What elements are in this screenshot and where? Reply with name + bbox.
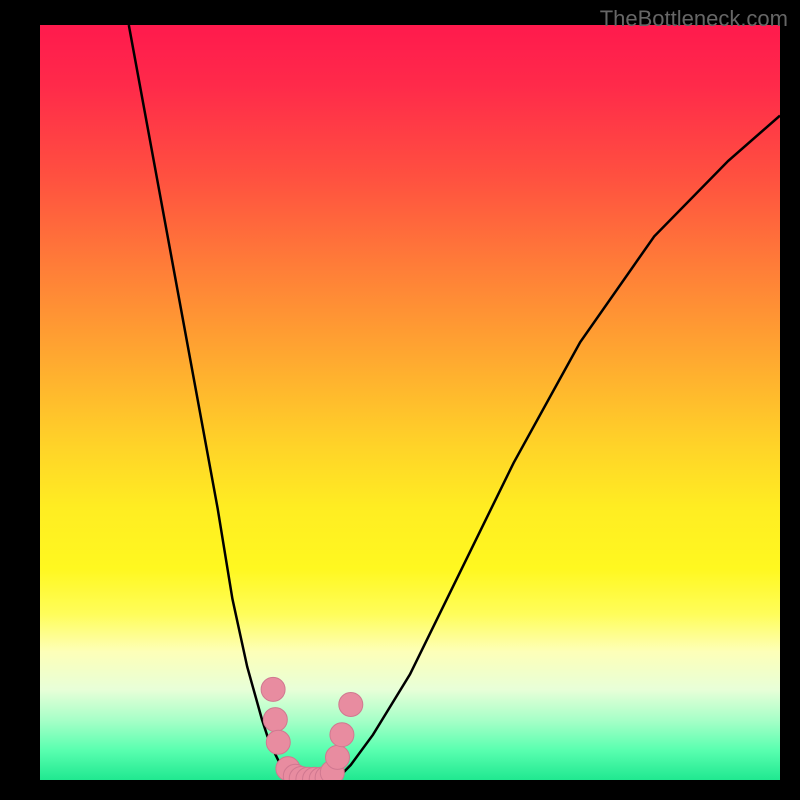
valley-markers bbox=[261, 677, 363, 780]
marker-point bbox=[266, 730, 290, 754]
marker-point bbox=[325, 745, 349, 769]
marker-point bbox=[263, 708, 287, 732]
plot-area bbox=[40, 25, 780, 780]
marker-point bbox=[261, 677, 285, 701]
marker-point bbox=[330, 723, 354, 747]
watermark-text: TheBottleneck.com bbox=[600, 6, 788, 32]
right-curve bbox=[336, 116, 780, 780]
chart-svg bbox=[40, 25, 780, 780]
left-curve bbox=[129, 25, 299, 780]
marker-point bbox=[339, 693, 363, 717]
